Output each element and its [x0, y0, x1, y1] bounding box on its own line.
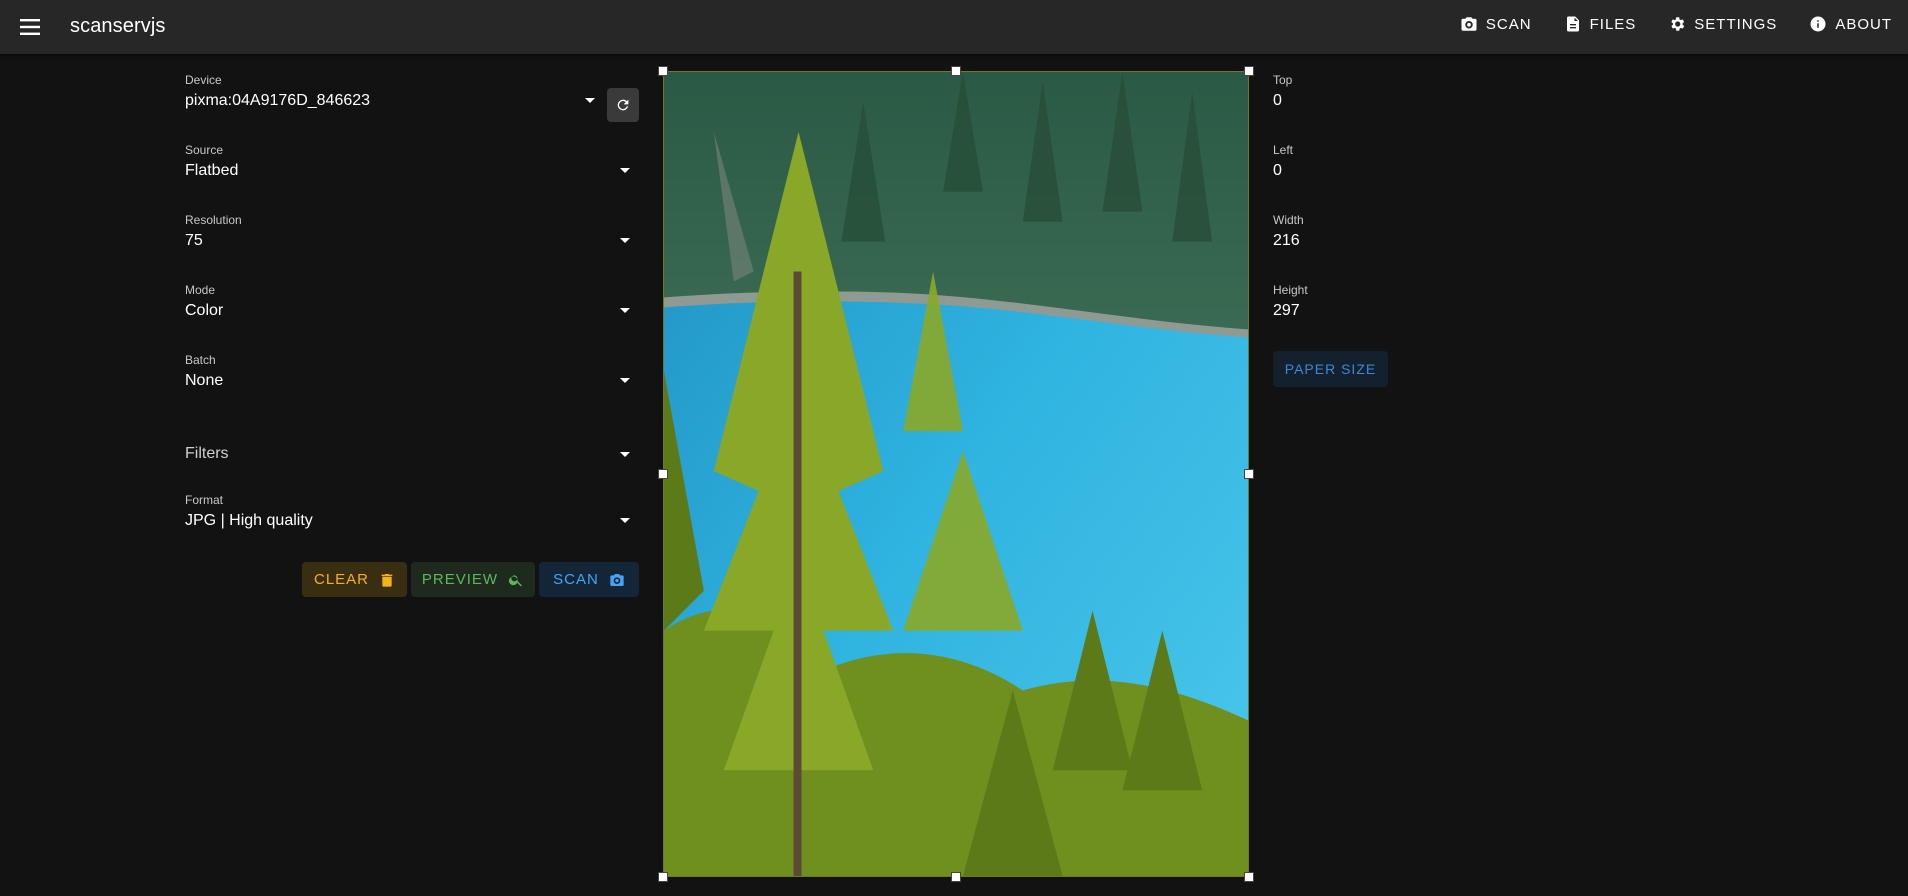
clear-button-label: CLEAR — [313, 571, 370, 588]
camera-icon — [1461, 17, 1477, 31]
format-select[interactable]: Format JPG | High quality — [185, 493, 638, 549]
width-label: Width — [1273, 213, 1304, 227]
filters-label: Filters — [185, 445, 229, 462]
mode-label: Mode — [185, 283, 216, 297]
left-field[interactable]: Left 0 — [1273, 143, 1393, 193]
nav-about-label: ABOUT — [1835, 15, 1892, 33]
chevron-down-icon[interactable] — [620, 518, 630, 523]
top-nav: SCAN FILES SETTINGS ABOUT — [1444, 0, 1908, 48]
chevron-down-icon[interactable] — [620, 378, 630, 383]
camera-icon — [610, 573, 624, 586]
app-title: scanservjs — [70, 15, 166, 37]
format-value: JPG | High quality — [185, 512, 313, 529]
device-select[interactable]: Device pixma:04A9176D_846623 — [185, 73, 605, 129]
device-label: Device — [185, 73, 222, 87]
device-value: pixma:04A9176D_846623 — [185, 92, 371, 109]
info-icon — [1810, 16, 1826, 32]
chevron-down-icon[interactable] — [620, 168, 630, 173]
width-value[interactable]: 216 — [1273, 232, 1300, 250]
nav-scan[interactable]: SCAN — [1444, 0, 1548, 48]
scan-preview-image[interactable] — [663, 71, 1249, 877]
width-field[interactable]: Width 216 — [1273, 213, 1393, 263]
source-value: Flatbed — [185, 162, 239, 179]
crop-handle-bottom-center[interactable] — [951, 872, 961, 882]
format-label: Format — [185, 493, 224, 507]
crop-handle-middle-right[interactable] — [1244, 469, 1254, 479]
chevron-down-icon[interactable] — [620, 452, 630, 457]
height-field[interactable]: Height 297 — [1273, 283, 1393, 333]
left-label: Left — [1273, 143, 1294, 157]
left-value[interactable]: 0 — [1273, 162, 1282, 180]
crop-handle-top-left[interactable] — [658, 66, 668, 76]
source-select[interactable]: Source Flatbed — [185, 143, 638, 199]
refresh-icon — [617, 99, 629, 111]
mode-value: Color — [185, 302, 224, 319]
top-value[interactable]: 0 — [1273, 92, 1282, 110]
nav-files[interactable]: FILES — [1548, 0, 1653, 48]
crop-handle-bottom-right[interactable] — [1244, 872, 1254, 882]
nav-about[interactable]: ABOUT — [1793, 0, 1908, 48]
chevron-down-icon[interactable] — [620, 238, 630, 243]
refresh-devices-button[interactable] — [607, 88, 639, 122]
resolution-label: Resolution — [185, 213, 242, 227]
preview-button[interactable]: PREVIEW — [411, 562, 535, 597]
height-label: Height — [1273, 283, 1308, 297]
nav-settings[interactable]: SETTINGS — [1652, 0, 1793, 48]
crop-handle-bottom-left[interactable] — [658, 872, 668, 882]
top-label: Top — [1273, 73, 1293, 87]
chevron-down-icon[interactable] — [585, 98, 595, 103]
crop-handle-top-right[interactable] — [1244, 66, 1254, 76]
hamburger-menu-icon[interactable] — [14, 11, 46, 43]
file-icon — [1566, 16, 1579, 32]
scan-button[interactable]: SCAN — [539, 562, 639, 597]
source-label: Source — [185, 143, 224, 157]
chevron-down-icon[interactable] — [620, 308, 630, 313]
nav-files-label: FILES — [1589, 15, 1637, 33]
batch-select[interactable]: Batch None — [185, 353, 638, 409]
clear-button[interactable]: CLEAR — [302, 562, 407, 597]
resolution-value: 75 — [185, 232, 203, 249]
filters-select[interactable]: Filters — [185, 443, 638, 467]
trash-icon — [381, 573, 393, 587]
app-bar: scanservjs SCAN FILES SETTINGS ABOUT — [0, 0, 1908, 54]
paper-size-button[interactable]: PAPER SIZE — [1273, 351, 1388, 387]
height-value[interactable]: 297 — [1273, 302, 1300, 320]
nav-settings-label: SETTINGS — [1694, 15, 1778, 33]
resolution-select[interactable]: Resolution 75 — [185, 213, 638, 269]
batch-value: None — [185, 372, 224, 389]
gear-icon — [1671, 17, 1685, 31]
crop-handle-middle-left[interactable] — [658, 469, 668, 479]
preview-landscape — [664, 72, 1248, 876]
batch-label: Batch — [185, 353, 216, 367]
mode-select[interactable]: Mode Color — [185, 283, 638, 339]
preview-button-label: PREVIEW — [421, 571, 499, 588]
search-icon — [509, 574, 522, 586]
scan-button-label: SCAN — [553, 571, 599, 588]
crop-handle-top-center[interactable] — [951, 66, 961, 76]
top-field[interactable]: Top 0 — [1273, 73, 1393, 123]
nav-scan-label: SCAN — [1485, 15, 1532, 33]
